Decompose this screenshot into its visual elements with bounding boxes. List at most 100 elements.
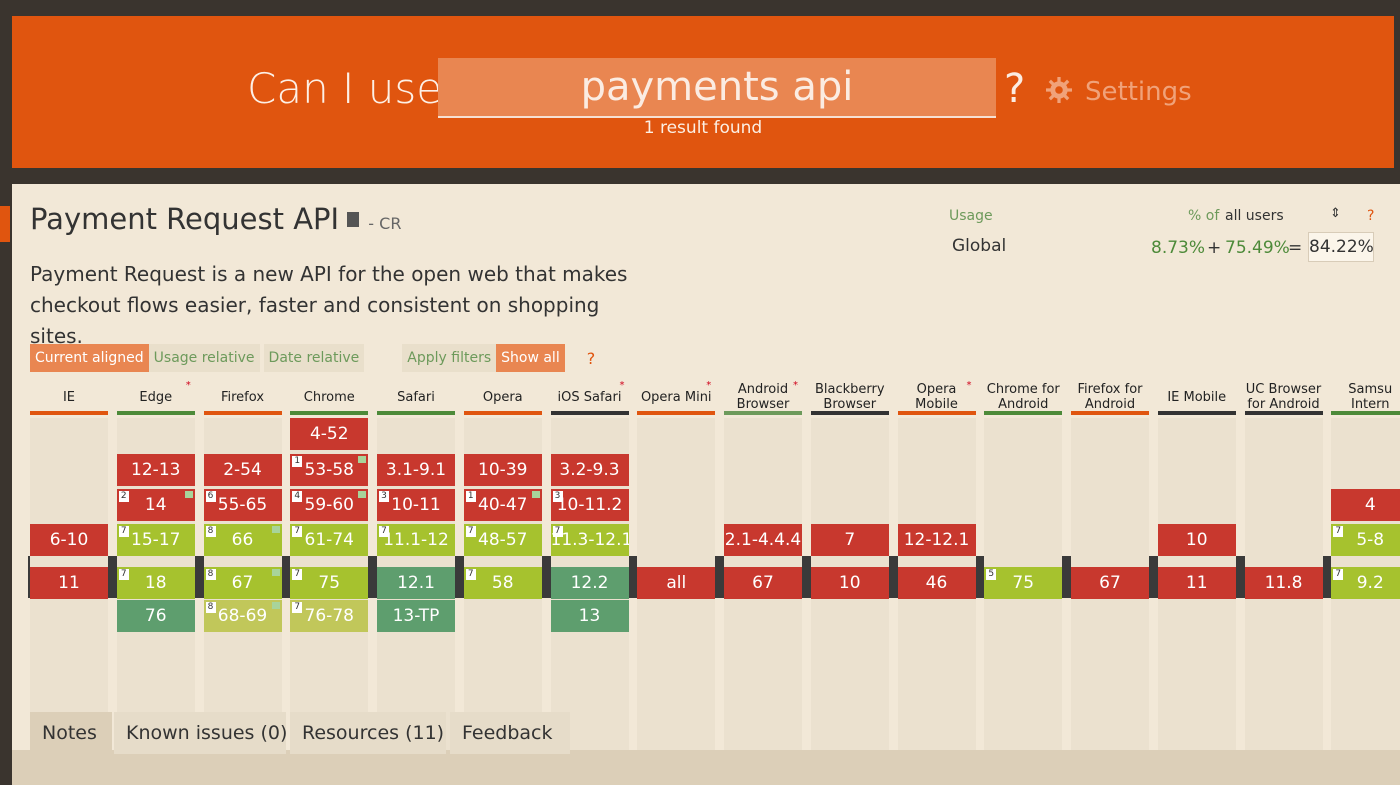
support-cell[interactable]: 8 68-69 [203, 600, 282, 632]
support-cell[interactable]: 7 5-8 [1331, 524, 1400, 556]
version-range: 3.2-9.3 [559, 460, 620, 480]
support-cell[interactable]: 7 11.3-12.1 [550, 524, 629, 556]
browser-header[interactable]: Opera [464, 380, 542, 414]
flag-icon [271, 569, 280, 576]
select-arrows-icon[interactable]: ⇕ [1330, 206, 1341, 221]
support-cell[interactable]: 67 [1071, 567, 1149, 599]
support-cell[interactable]: 8 67 [203, 567, 282, 599]
browser-header[interactable]: Edge * [117, 380, 195, 414]
browser-header[interactable]: Chrome for Android [984, 380, 1062, 414]
usage-bar [1157, 411, 1236, 415]
document-icon[interactable] [347, 211, 360, 227]
search-input[interactable] [438, 58, 996, 118]
support-cell[interactable]: 10-39 [463, 454, 542, 486]
date-relative-button[interactable]: Date relative [263, 344, 365, 372]
support-cell[interactable]: 5 75 [984, 567, 1063, 599]
usage-bar [810, 411, 889, 415]
side-tab[interactable] [0, 206, 10, 242]
version-range: 10-11 [391, 495, 441, 515]
support-cell[interactable]: 3 10-11.2 [550, 489, 629, 521]
support-cell[interactable]: 7 11.1-12 [377, 524, 455, 556]
support-cell[interactable]: 7 75 [290, 567, 369, 599]
support-cell[interactable]: 12.2 [550, 567, 629, 599]
note-badge: 7 [118, 526, 129, 537]
browser-header[interactable]: Samsu Intern [1331, 380, 1400, 414]
support-cell[interactable]: 10 [1157, 524, 1236, 556]
support-cell[interactable]: 1 53-58 [290, 454, 369, 486]
support-cell[interactable]: 13-TP [377, 600, 455, 632]
support-cell[interactable]: 1 40-47 [463, 489, 542, 521]
usage-scope-select[interactable]: all users [1225, 208, 1284, 224]
version-range: 75 [318, 573, 341, 593]
support-cell[interactable]: 7 15-17 [116, 524, 195, 556]
support-cell[interactable]: 67 [724, 567, 802, 599]
support-cell[interactable]: 7 [810, 524, 889, 556]
support-cell[interactable]: 10 [810, 567, 889, 599]
support-cell[interactable]: 3.2-9.3 [550, 454, 629, 486]
browser-header[interactable]: Firefox [204, 380, 282, 414]
browser-header[interactable]: Blackberry Browser [811, 380, 889, 414]
note-badge: 7 [292, 569, 303, 580]
browser-column [984, 418, 1063, 785]
gear-icon[interactable] [1046, 77, 1072, 103]
version-range: 61-74 [304, 530, 354, 550]
support-cell[interactable]: 46 [897, 567, 976, 599]
tab-known-issues[interactable]: Known issues (0) [114, 712, 287, 754]
settings-link[interactable]: Settings [1085, 77, 1192, 107]
apply-filters-button[interactable]: Apply filters [402, 344, 497, 372]
version-range: 11 [1185, 573, 1208, 593]
support-cell[interactable]: 6-10 [30, 524, 108, 556]
support-cell[interactable]: 4 [1331, 489, 1400, 521]
browser-header[interactable]: Safari [377, 380, 455, 414]
browser-header[interactable]: IE [30, 380, 108, 414]
support-cell[interactable]: 12.1 [377, 567, 455, 599]
version-range: 7 [844, 530, 856, 550]
feature-panel: Payment Request API - CR Payment Request… [12, 184, 1400, 785]
browser-header[interactable]: iOS Safari * [551, 380, 629, 414]
support-cell[interactable]: 12-12.1 [897, 524, 976, 556]
support-cell[interactable]: 3 10-11 [377, 489, 455, 521]
support-cell[interactable]: 2.1-4.4.4 [724, 524, 802, 556]
support-cell[interactable]: 7 58 [463, 567, 542, 599]
browser-header[interactable]: UC Browser for Android [1245, 380, 1323, 414]
note-badge: 1 [292, 456, 303, 467]
show-all-button[interactable]: Show all [496, 344, 565, 372]
support-cell[interactable]: 7 61-74 [290, 524, 369, 556]
version-range: 6-10 [49, 530, 89, 550]
current-aligned-button[interactable]: Current aligned [30, 344, 149, 372]
support-cell[interactable]: 8 66 [203, 524, 282, 556]
browser-header[interactable]: IE Mobile [1158, 380, 1236, 414]
support-cell[interactable]: 7 48-57 [463, 524, 542, 556]
support-cell[interactable]: 11 [1157, 567, 1236, 599]
support-cell[interactable]: 12-13 [116, 454, 195, 486]
support-cell[interactable]: 6 55-65 [203, 489, 282, 521]
support-cell[interactable]: 11 [30, 567, 108, 599]
support-cell[interactable]: 76 [116, 600, 195, 632]
support-cell[interactable]: 7 18 [116, 567, 195, 599]
usage-help[interactable]: ? [1367, 208, 1374, 224]
browser-name: Opera Mobile [915, 382, 958, 412]
support-cell[interactable]: 13 [550, 600, 629, 632]
support-cell[interactable]: 11.8 [1244, 567, 1323, 599]
support-cell[interactable]: 7 76-78 [290, 600, 369, 632]
feature-title-text[interactable]: Payment Request API [30, 202, 339, 236]
usage-relative-button[interactable]: Usage relative [148, 344, 260, 372]
support-cell[interactable]: all [637, 567, 716, 599]
version-range: 15-17 [131, 530, 181, 550]
support-cell[interactable]: 2 14 [116, 489, 195, 521]
help-question[interactable]: ? [1004, 66, 1025, 112]
browser-header[interactable]: Opera Mobile * [898, 380, 976, 414]
support-cell[interactable]: 2-54 [203, 454, 282, 486]
browser-header[interactable]: Chrome [290, 380, 368, 414]
support-cell[interactable]: 3.1-9.1 [377, 454, 455, 486]
filters-help[interactable]: ? [587, 349, 596, 368]
support-cell[interactable]: 4-52 [290, 418, 369, 450]
support-cell[interactable]: 7 9.2 [1331, 567, 1400, 599]
tab-notes[interactable]: Notes [30, 712, 112, 754]
tab-feedback[interactable]: Feedback [450, 712, 570, 754]
tab-resources[interactable]: Resources (11) [290, 712, 446, 754]
support-cell[interactable]: 4 59-60 [290, 489, 369, 521]
browser-header[interactable]: Android Browser * [724, 380, 802, 414]
browser-header[interactable]: Opera Mini * [637, 380, 715, 414]
browser-header[interactable]: Firefox for Android [1071, 380, 1149, 414]
